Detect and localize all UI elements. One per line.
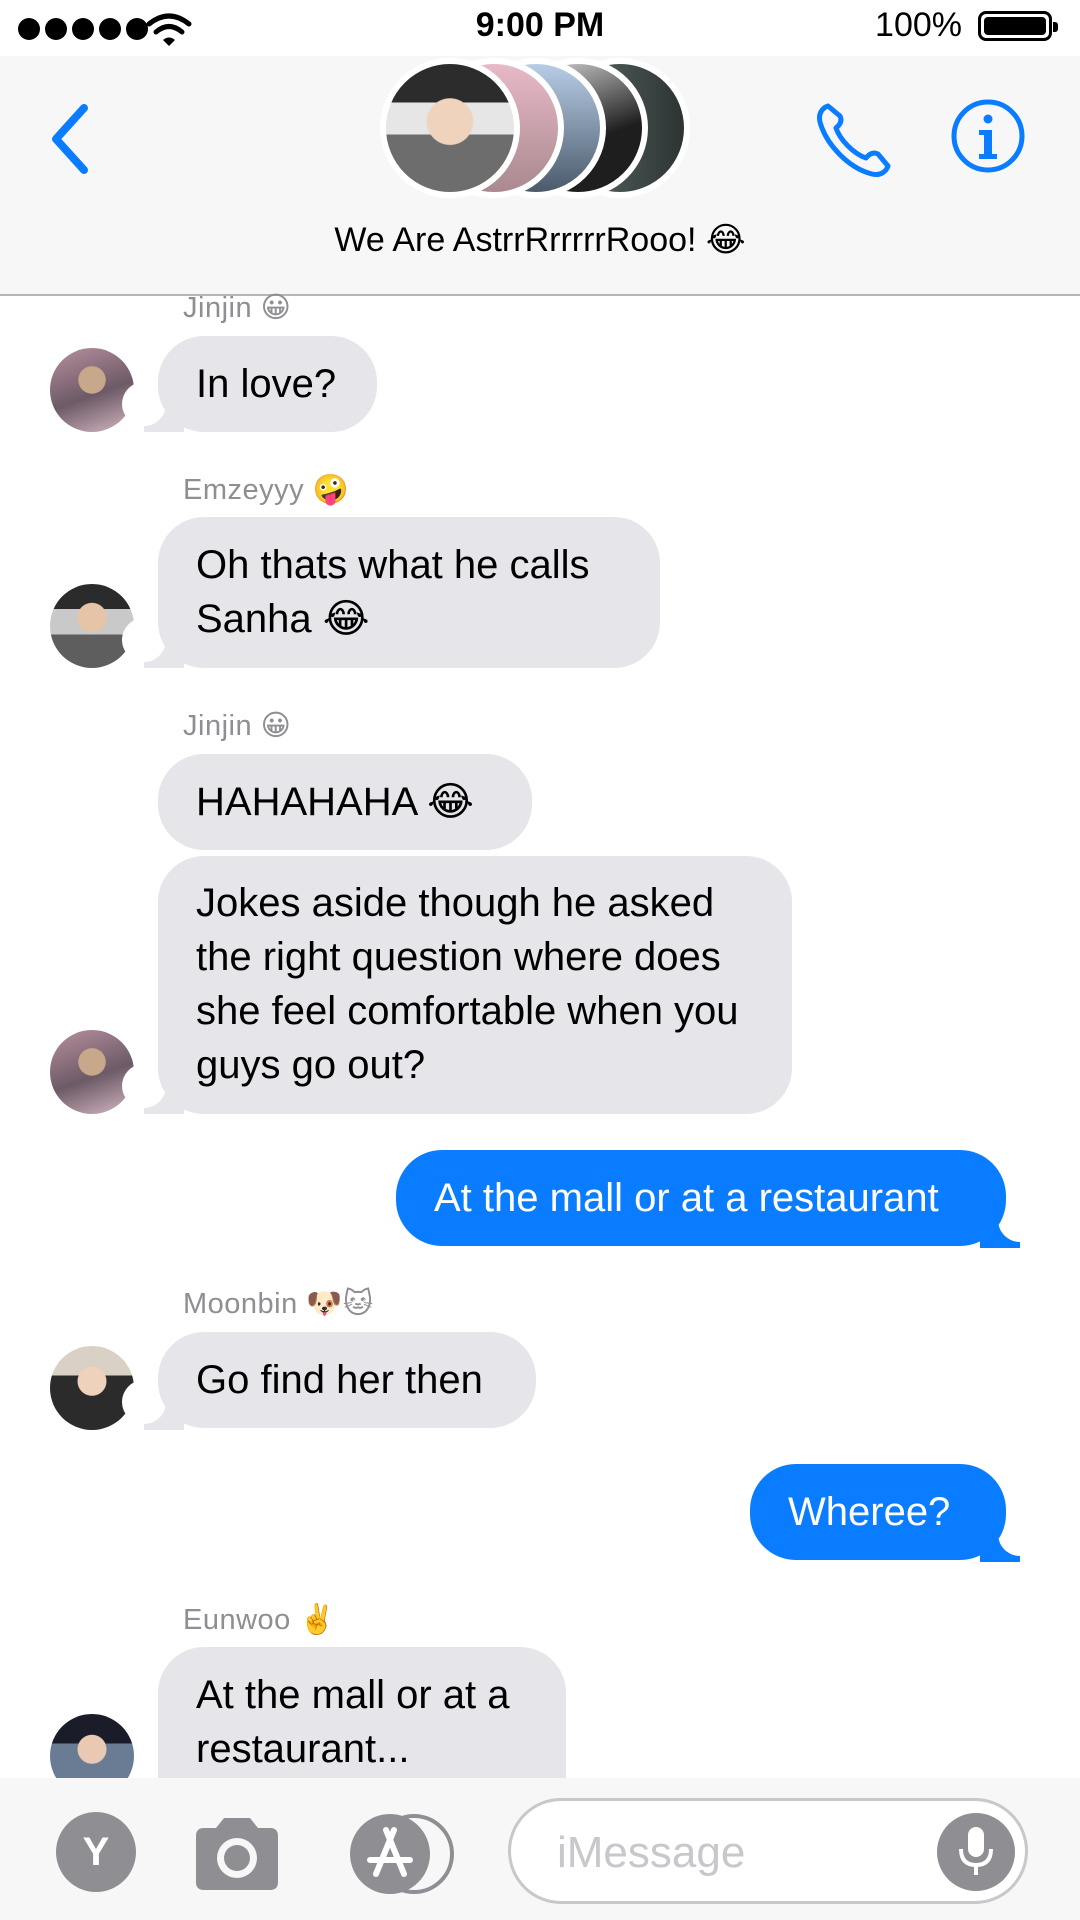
sender-avatar[interactable] [50, 348, 134, 432]
message-text: Jokes aside though he asked the right qu… [196, 881, 739, 1087]
compose-bar: Y [0, 1778, 1080, 1920]
message-text: At the mall or at a restaurant... [196, 1673, 510, 1771]
message-bubble[interactable]: In love? [158, 336, 377, 432]
message-bubble[interactable]: HAHAHAHA 😂 [158, 754, 532, 850]
message-text: In love? [196, 362, 337, 406]
message-text: HAHAHAHA 😂 [196, 780, 474, 824]
message-text: Wheree? [788, 1490, 951, 1534]
message-input[interactable] [555, 1825, 919, 1881]
conversation-header: We Are AstrrRrrrrrRooo! 😂 [0, 56, 1080, 296]
message-text: Oh thats what he calls Sanha 😂 [196, 543, 590, 641]
sender-name: Moonbin 🐶🐱 [183, 1288, 374, 1320]
sender-avatar[interactable] [50, 1346, 134, 1430]
message-bubble[interactable]: Oh thats what he calls Sanha 😂 [158, 517, 660, 668]
sender-name: Jinjin 😀 [183, 292, 292, 324]
group-avatar-stack[interactable] [380, 58, 690, 198]
group-member-avatar [380, 58, 520, 198]
back-icon[interactable] [40, 94, 100, 184]
phone-icon[interactable] [814, 98, 896, 180]
apps-button[interactable]: Y [56, 1812, 136, 1892]
app-store-icon[interactable] [348, 1812, 458, 1896]
camera-icon[interactable] [190, 1814, 284, 1892]
message-text: Go find her then [196, 1358, 483, 1402]
status-bar: 9:00 PM 100% [0, 0, 1080, 56]
sender-name: Emzeyyy 🤪 [183, 474, 350, 506]
battery-icon [978, 11, 1058, 41]
message-bubble[interactable]: Jokes aside though he asked the right qu… [158, 856, 792, 1114]
sender-avatar[interactable] [50, 584, 134, 668]
sender-name: Eunwoo ✌️ [183, 1604, 336, 1636]
group-name[interactable]: We Are AstrrRrrrrrRooo! 😂 [0, 220, 1080, 260]
message-bubble[interactable]: Go find her then [158, 1332, 536, 1428]
message-bubble-outgoing[interactable]: Wheree? [750, 1464, 1006, 1560]
message-text: At the mall or at a restaurant [434, 1176, 939, 1220]
message-bubble[interactable]: At the mall or at a restaurant... [158, 1647, 566, 1778]
microphone-icon[interactable] [937, 1813, 1015, 1891]
message-input-field[interactable] [508, 1798, 1028, 1904]
info-icon[interactable] [950, 98, 1026, 174]
sender-avatar[interactable] [50, 1030, 134, 1114]
message-bubble-outgoing[interactable]: At the mall or at a restaurant [396, 1150, 1006, 1246]
sender-name: Jinjin 😀 [183, 710, 292, 742]
battery-percentage: 100% [875, 6, 962, 44]
